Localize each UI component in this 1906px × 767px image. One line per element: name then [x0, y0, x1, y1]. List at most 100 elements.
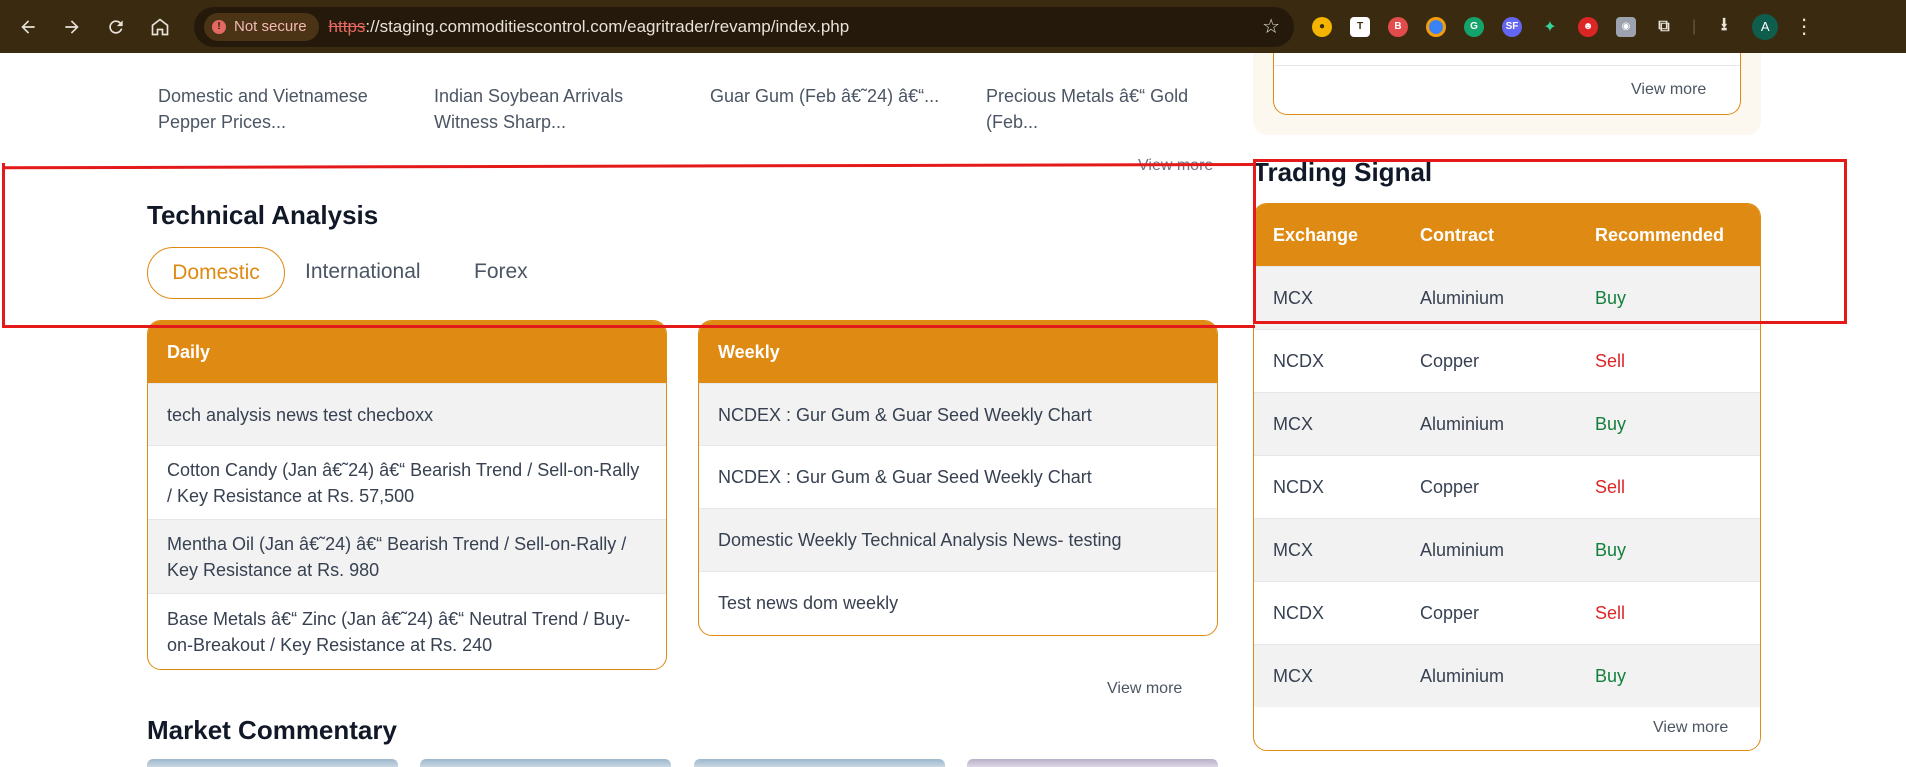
menu-dots-icon[interactable]: ⋮ [1794, 14, 1814, 39]
right-top-view-more-link[interactable]: View more [1631, 81, 1706, 99]
home-icon [151, 17, 169, 35]
daily-card-header: Daily [148, 321, 666, 383]
back-arrow-icon [21, 19, 35, 34]
contract-cell: Aluminium [1420, 413, 1505, 434]
recommendation-cell: Buy [1595, 287, 1627, 308]
extension-icon[interactable]: ● [1312, 16, 1332, 37]
recommendation-cell: Sell [1595, 476, 1626, 497]
url-text[interactable]: https://staging.commoditiescontrol.com/e… [329, 17, 850, 37]
technical-analysis-title: Technical Analysis [147, 200, 379, 230]
recommendation-cell: Buy [1595, 539, 1627, 560]
market-commentary-title: Market Commentary [147, 715, 397, 745]
recommendation-cell: Sell [1595, 350, 1626, 371]
daily-news-item[interactable]: Base Metals â€“ Zinc (Jan â€˜24) â€“ Neu… [148, 593, 666, 669]
grammarly-icon[interactable]: G [1464, 16, 1484, 37]
commentary-thumbnail[interactable] [420, 759, 671, 767]
weekly-card-header: Weekly [699, 321, 1217, 383]
reload-icon [109, 19, 123, 34]
tab-forex[interactable]: Forex [474, 260, 528, 284]
exchange-cell: MCX [1273, 539, 1313, 560]
commentary-thumbnail[interactable] [147, 759, 398, 767]
right-top-card: View more [1273, 53, 1741, 115]
table-row[interactable]: MCX Aluminium Buy [1254, 266, 1760, 329]
extensions-bar: ● T B G SF ✦ ☻ ◉ ⧉ | ⭳ A [1312, 13, 1779, 40]
toolbar-divider: | [1692, 17, 1697, 35]
weekly-card: Weekly NCDEX : Gur Gum & Guar Seed Weekl… [698, 320, 1218, 636]
highlight-box-left-top-edge [2, 163, 1256, 170]
not-secure-icon: ! [212, 19, 226, 34]
exchange-cell: NCDX [1273, 350, 1325, 371]
news-item[interactable]: Indian Soybean Arrivals Witness Sharp... [434, 83, 674, 135]
bookmark-star-icon[interactable]: ☆ [1262, 14, 1280, 39]
table-row[interactable]: MCX Aluminium Buy [1254, 392, 1760, 455]
puzzle-icon[interactable]: ⧉ [1654, 17, 1674, 37]
highlight-box-left [2, 163, 1255, 328]
column-header-recommended: Recommended [1595, 224, 1725, 245]
trading-signal-title: Trading Signal [1253, 157, 1433, 187]
address-bar[interactable]: ! Not secure https://staging.commodities… [194, 6, 1294, 47]
trading-signal-view-more-link[interactable]: View more [1653, 719, 1728, 737]
trading-signal-header-row: Exchange Contract Recommended [1254, 204, 1760, 266]
contract-cell: Copper [1420, 476, 1480, 497]
right-top-panel: View more [1253, 53, 1761, 135]
contract-cell: Aluminium [1420, 539, 1505, 560]
profile-avatar[interactable]: A [1752, 13, 1779, 40]
weekly-news-item[interactable]: NCDEX : Gur Gum & Guar Seed Weekly Chart [699, 383, 1217, 445]
daily-news-item[interactable]: Cotton Candy (Jan â€˜24) â€“ Bearish Tre… [148, 445, 666, 519]
extension-icon[interactable]: ✦ [1540, 17, 1560, 37]
table-row[interactable]: MCX Aluminium Buy [1254, 644, 1760, 707]
table-row[interactable]: MCX Aluminium Buy [1254, 518, 1760, 581]
trading-signal-table: Exchange Contract Recommended MCX Alumin… [1253, 203, 1761, 751]
daily-card: Daily tech analysis news test checboxx C… [147, 320, 667, 670]
page-content: Domestic and Vietnamese Pepper Prices...… [0, 53, 1906, 767]
back-button[interactable] [8, 7, 48, 47]
extension-icon[interactable]: ☻ [1578, 16, 1598, 37]
table-row[interactable]: NCDX Copper Sell [1254, 329, 1760, 392]
weekly-news-item[interactable]: Test news dom weekly [699, 571, 1217, 634]
contract-cell: Aluminium [1420, 665, 1505, 686]
exchange-cell: NCDX [1273, 602, 1325, 623]
contract-cell: Copper [1420, 350, 1480, 371]
recommendation-cell: Buy [1595, 665, 1627, 686]
exchange-cell: MCX [1273, 413, 1313, 434]
forward-button[interactable] [52, 7, 92, 47]
extension-icon[interactable]: T [1350, 16, 1370, 37]
tab-domestic[interactable]: Domestic [147, 247, 285, 299]
column-header-contract: Contract [1420, 224, 1495, 245]
table-row[interactable]: NCDX Copper Sell [1254, 581, 1760, 644]
column-header-exchange: Exchange [1273, 224, 1359, 245]
contract-cell: Copper [1420, 602, 1480, 623]
news-item[interactable]: Guar Gum (Feb â€˜24) â€“... [710, 83, 950, 109]
table-row[interactable]: NCDX Copper Sell [1254, 455, 1760, 518]
url-protocol: https [328, 16, 366, 36]
daily-news-item[interactable]: Mentha Oil (Jan â€˜24) â€“ Bearish Trend… [148, 519, 666, 593]
commentary-thumbnail[interactable] [967, 759, 1218, 767]
home-button[interactable] [140, 7, 180, 47]
news-item[interactable]: Domestic and Vietnamese Pepper Prices... [158, 83, 398, 135]
browser-toolbar: ! Not secure https://staging.commodities… [0, 0, 1906, 53]
security-chip[interactable]: ! Not secure [204, 12, 319, 41]
extension-icon[interactable] [1426, 16, 1446, 37]
recommendation-cell: Buy [1595, 413, 1627, 434]
extension-icon[interactable]: SF [1502, 16, 1522, 37]
extension-icon[interactable]: B [1388, 16, 1408, 37]
commentary-thumbnail[interactable] [694, 759, 945, 767]
url-path: ://staging.commoditiescontrol.com/eagrit… [365, 16, 850, 36]
weekly-news-item[interactable]: Domestic Weekly Technical Analysis News-… [699, 508, 1217, 571]
exchange-cell: MCX [1273, 287, 1313, 308]
technical-analysis-view-more-link[interactable]: View more [1107, 680, 1182, 698]
daily-news-item[interactable]: tech analysis news test checboxx [148, 383, 666, 445]
tab-international[interactable]: International [305, 260, 421, 284]
forward-arrow-icon [65, 19, 79, 34]
reload-button[interactable] [96, 7, 136, 47]
divider [1274, 65, 1740, 66]
recommendation-cell: Sell [1595, 602, 1626, 623]
exchange-cell: NCDX [1273, 476, 1325, 497]
camera-icon[interactable]: ◉ [1616, 16, 1636, 37]
weekly-news-item[interactable]: NCDEX : Gur Gum & Guar Seed Weekly Chart [699, 445, 1217, 508]
download-icon[interactable]: ⭳ [1714, 14, 1734, 37]
news-item[interactable]: Precious Metals â€“ Gold (Feb... [986, 83, 1226, 135]
security-label: Not secure [234, 18, 307, 35]
contract-cell: Aluminium [1420, 287, 1505, 308]
exchange-cell: MCX [1273, 665, 1313, 686]
